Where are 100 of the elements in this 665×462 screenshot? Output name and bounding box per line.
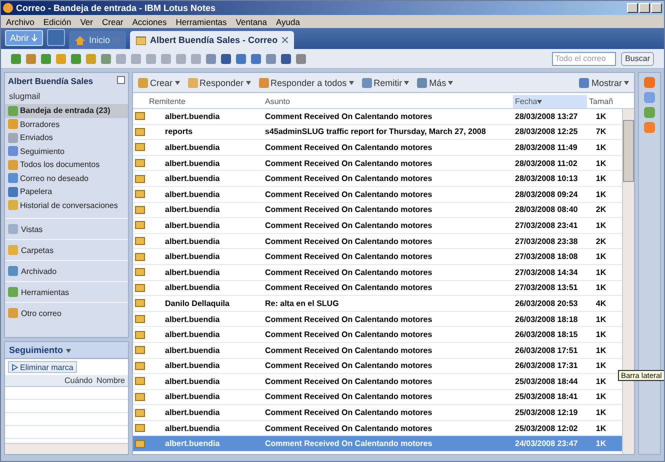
size-cell-text: 1K bbox=[594, 142, 608, 152]
subject-cell-text: Comment Received On Calentando motores bbox=[264, 408, 434, 418]
folder-item[interactable]: Todos los documentos bbox=[5, 158, 128, 172]
close-tab-icon[interactable] bbox=[282, 37, 288, 43]
subject-cell-text: Comment Received On Calentando motores bbox=[264, 205, 434, 214]
subject-cell-text: Comment Received On Calentando motores bbox=[264, 190, 434, 199]
message-row[interactable]: albert.buendia Comment Received On Calentando motores 26/03/2008 18:18 1K bbox=[133, 312, 622, 328]
message-row[interactable]: albert.buendia Comment Received On Calentando motores 25/03/2008 18:44 1K bbox=[133, 374, 622, 390]
search-button[interactable]: Buscar bbox=[621, 52, 654, 66]
sender-cell-text: albert.buendia bbox=[164, 392, 221, 402]
action-button[interactable]: Más bbox=[415, 78, 456, 88]
account-name: Albert Buendía Sales bbox=[8, 76, 94, 86]
subject-cell-text: Comment Received On Calentando motores bbox=[264, 330, 434, 340]
message-row[interactable]: reports s45adminSLUG traffic report for Thursday, March 27, 2008 28/03/2008 12:25 7K bbox=[133, 124, 622, 140]
folder-item[interactable]: Bandeja de entrada (23) bbox=[5, 104, 128, 118]
column-header[interactable]: Tamañ bbox=[587, 95, 634, 108]
menu-item[interactable]: Acciones bbox=[132, 16, 167, 26]
navigator-section[interactable]: Vistas bbox=[5, 218, 128, 239]
date-cell-text: 25/03/2008 12:02 bbox=[514, 424, 579, 433]
message-row[interactable]: albert.buendia Comment Received On Calentando motores 28/03/2008 08:40 2K bbox=[133, 202, 622, 218]
menu-item[interactable]: Crear bbox=[102, 16, 124, 26]
caret-icon bbox=[404, 80, 410, 84]
subject-cell-text: Comment Received On Calentando motores bbox=[264, 158, 434, 168]
tab[interactable]: Albert Buendía Sales - Correo bbox=[130, 31, 294, 49]
menu-item[interactable]: Ver bbox=[80, 16, 93, 26]
column-header[interactable]: Cuándo bbox=[64, 376, 93, 385]
subject-cell-text: Comment Received On Calentando motores bbox=[264, 142, 434, 152]
navigator-section[interactable]: Otro correo bbox=[5, 302, 128, 323]
date-cell-text: 27/03/2008 23:38 bbox=[514, 236, 579, 246]
column-header[interactable]: Nombre bbox=[96, 376, 125, 385]
sender-cell-text: albert.buendia bbox=[164, 236, 221, 246]
search-field[interactable]: Todo el correo bbox=[552, 52, 616, 66]
action-button[interactable]: Crear bbox=[136, 78, 182, 88]
date-cell-text: 26/03/2008 17:51 bbox=[514, 346, 579, 355]
sender-cell-text: albert.buendia bbox=[164, 361, 221, 370]
column-header[interactable]: Remitente bbox=[147, 95, 263, 108]
action-button[interactable]: Remitir bbox=[360, 78, 412, 88]
navigator-section[interactable]: Herramientas bbox=[5, 281, 128, 302]
menu-item[interactable]: Archivo bbox=[6, 16, 34, 26]
size-cell-text: 7K bbox=[594, 127, 608, 136]
sender-cell-text: albert.buendia bbox=[164, 142, 221, 152]
server-name: slugmail bbox=[8, 90, 42, 103]
menu-item[interactable]: Edición bbox=[43, 16, 72, 26]
message-row[interactable]: albert.buendia Comment Received On Calentando motores 27/03/2008 23:41 1K bbox=[133, 218, 622, 234]
remove-flag-button[interactable]: Eliminar marca bbox=[8, 361, 78, 373]
message-row[interactable]: albert.buendia Comment Received On Calentando motores 28/03/2008 13:27 1K bbox=[133, 109, 622, 125]
menu-item[interactable]: Herramientas bbox=[176, 16, 227, 26]
action-button[interactable]: Responder a todos bbox=[256, 78, 356, 88]
subject-cell-text: s45adminSLUG traffic report for Thursday, March 27, 2008 bbox=[264, 127, 487, 136]
sender-cell-text: albert.buendia bbox=[164, 376, 221, 386]
follow-up-header[interactable]: Seguimiento bbox=[5, 342, 128, 359]
folder-item[interactable]: Correo no deseado bbox=[5, 172, 128, 185]
sender-cell-text: albert.buendia bbox=[164, 268, 221, 277]
date-cell-text: 26/03/2008 20:53 bbox=[514, 298, 579, 308]
navigator-section[interactable]: Archivado bbox=[5, 260, 128, 281]
navigator-section[interactable]: Carpetas bbox=[5, 239, 128, 260]
date-cell-text: 27/03/2008 13:51 bbox=[514, 283, 579, 292]
column-header[interactable]: Fecha bbox=[513, 95, 587, 108]
window-switch-button[interactable] bbox=[47, 29, 66, 46]
message-row[interactable]: albert.buendia Comment Received On Calentando motores 26/03/2008 17:31 1K bbox=[133, 358, 622, 374]
close-button[interactable] bbox=[651, 3, 662, 13]
tab[interactable]: Inicio bbox=[69, 31, 126, 49]
sender-cell-text: albert.buendia bbox=[164, 158, 221, 168]
size-cell-text: 1K bbox=[594, 190, 608, 199]
message-row[interactable]: albert.buendia Comment Received On Calentando motores 25/03/2008 18:41 1K bbox=[133, 390, 622, 406]
menu-item[interactable]: Ayuda bbox=[276, 16, 300, 26]
maximize-button[interactable] bbox=[639, 3, 650, 13]
sort-icon bbox=[537, 100, 542, 104]
size-cell-text: 1K bbox=[594, 268, 608, 277]
sender-cell-text: albert.buendia bbox=[164, 112, 221, 121]
sidebar-icon[interactable] bbox=[644, 92, 655, 103]
sidebar-icon[interactable] bbox=[644, 107, 655, 118]
date-cell-text: 27/03/2008 14:34 bbox=[514, 268, 579, 277]
menu-item[interactable]: Ventana bbox=[236, 16, 267, 26]
column-header[interactable]: Asunto bbox=[263, 95, 513, 108]
caret-icon bbox=[66, 349, 71, 353]
message-row[interactable]: Danilo Dellaquila Re: alta en el SLUG 26/03/2008 20:53 4K bbox=[133, 296, 622, 312]
date-cell-text: 25/03/2008 18:41 bbox=[514, 392, 579, 402]
minimize-button[interactable] bbox=[627, 3, 638, 13]
folder-item[interactable]: Enviados bbox=[5, 131, 128, 144]
subject-cell-text: Comment Received On Calentando motores bbox=[264, 112, 434, 121]
size-cell-text: 1K bbox=[594, 174, 608, 184]
folder-item[interactable]: Historial de conversaciones bbox=[5, 198, 128, 212]
folder-item[interactable]: Papelera bbox=[5, 185, 128, 198]
action-button[interactable]: Responder bbox=[186, 78, 253, 88]
sender-cell-text: albert.buendia bbox=[164, 205, 221, 214]
folder-item[interactable]: Borradores bbox=[5, 118, 128, 131]
date-cell-text: 28/03/2008 12:25 bbox=[514, 127, 579, 136]
message-row[interactable]: albert.buendia Comment Received On Calentando motores 27/03/2008 13:51 1K bbox=[133, 280, 622, 296]
folder-item[interactable]: Seguimiento bbox=[5, 144, 128, 158]
sidebar-icon[interactable] bbox=[644, 77, 655, 88]
size-cell-text: 1K bbox=[594, 439, 608, 448]
date-cell-text: 24/03/2008 23:47 bbox=[514, 439, 579, 448]
show-button[interactable]: Mostrar bbox=[577, 78, 631, 88]
sender-cell-text: albert.buendia bbox=[164, 330, 221, 340]
message-row[interactable]: albert.buendia Comment Received On Calentando motores 28/03/2008 11:49 1K bbox=[133, 140, 622, 156]
date-cell-text: 26/03/2008 18:18 bbox=[514, 314, 579, 324]
subject-cell-text: Comment Received On Calentando motores bbox=[264, 236, 434, 246]
sender-cell-text: albert.buendia bbox=[164, 346, 221, 355]
size-cell-text: 1K bbox=[594, 376, 608, 386]
